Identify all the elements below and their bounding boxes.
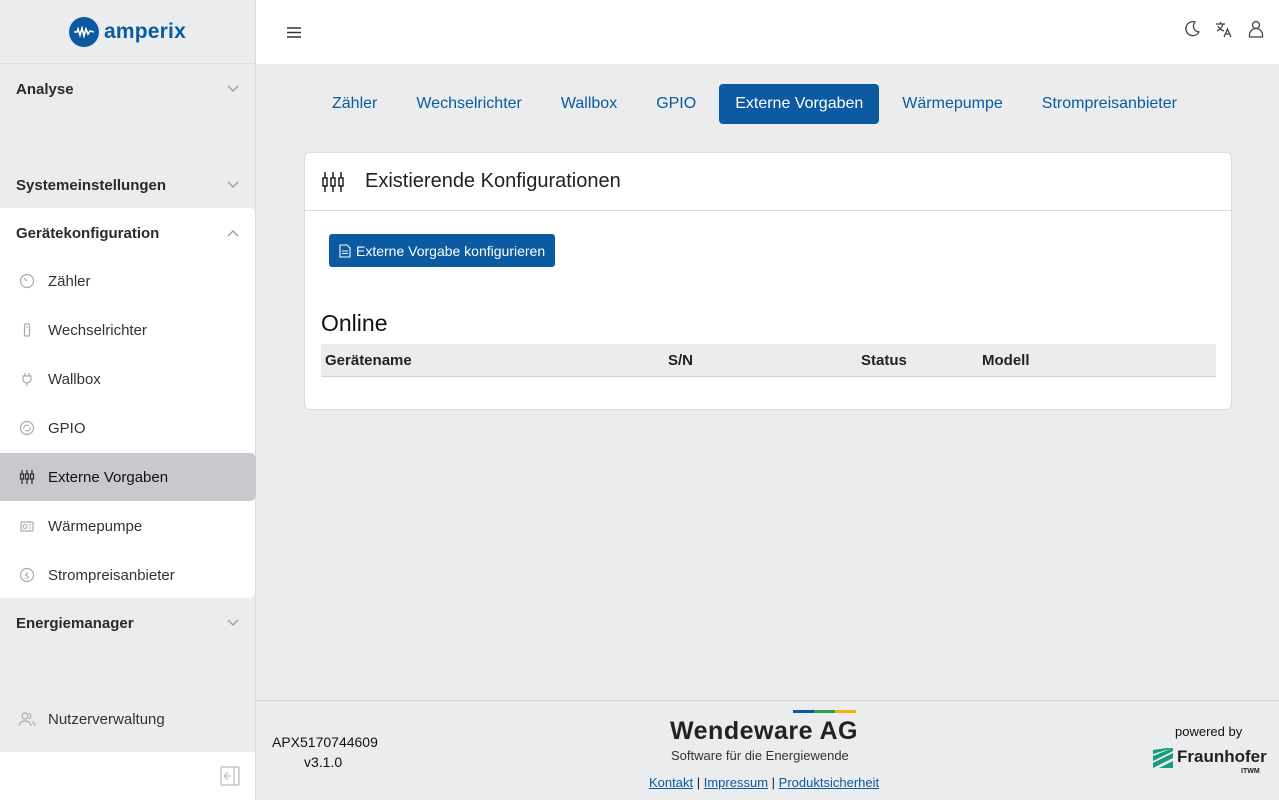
app-version: v3.1.0	[304, 754, 343, 770]
fraunhofer-logo[interactable]: Fraunhofer ITWM	[1153, 747, 1267, 775]
users-icon	[18, 710, 36, 728]
sidebar-item-nutzerverwaltung[interactable]: Nutzerverwaltung	[0, 695, 256, 743]
sidebar-item-label: Zähler	[48, 272, 91, 290]
sidebar-section-energiemanager[interactable]: Energiemanager	[0, 599, 256, 647]
sidebar-section-analyse[interactable]: Analyse	[0, 65, 256, 113]
footer-links: Kontakt | Impressum | Produktsicherheit	[649, 775, 879, 790]
section-title-online: Online	[321, 310, 388, 336]
sidebar-section-geraetekonfiguration[interactable]: Gerätekonfiguration	[0, 209, 256, 257]
company-tagline: Software für die Energiewende	[671, 748, 849, 763]
sidebar-item-strompreisanbieter[interactable]: $ Strompreisanbieter	[0, 551, 256, 599]
amperix-logo-icon	[69, 16, 100, 47]
column-header-status[interactable]: Status	[861, 352, 907, 369]
chevron-up-icon	[226, 226, 240, 240]
sidebar: amperix Analyse Systemeinstellungen Gerä…	[0, 0, 256, 800]
dollar-icon: $	[18, 566, 36, 584]
sliders-icon	[321, 170, 345, 194]
heatpump-icon	[18, 517, 36, 535]
sidebar-section-label: Energiemanager	[16, 614, 134, 632]
sidebar-item-label: Externe Vorgaben	[48, 468, 169, 486]
link-produktsicherheit[interactable]: Produktsicherheit	[779, 775, 879, 790]
device-tabs: Zähler Wechselrichter Wallbox GPIO Exter…	[316, 84, 1200, 124]
fraunhofer-logo-icon	[1153, 748, 1173, 768]
logo-bar-green	[814, 710, 835, 713]
gauge-icon	[18, 272, 36, 290]
chevron-down-icon	[226, 82, 240, 96]
sidebar-item-label: Wärmepumpe	[48, 517, 143, 535]
link-kontakt[interactable]: Kontakt	[649, 775, 693, 790]
tab-gpio[interactable]: GPIO	[640, 84, 712, 124]
sidebar-section-label: Analyse	[16, 80, 74, 98]
sidebar-item-wallbox[interactable]: Wallbox	[0, 355, 256, 403]
configure-external-button[interactable]: Externe Vorgabe konfigurieren	[329, 234, 556, 267]
top-bar-actions	[1183, 19, 1265, 39]
column-header-geraetename[interactable]: Gerätename	[325, 352, 412, 369]
footer: APX5170744609 v3.1.0 Wendeware AG Softwa…	[256, 700, 1279, 800]
tab-waermepumpe[interactable]: Wärmepumpe	[886, 84, 1018, 124]
sidebar-item-wechselrichter[interactable]: Wechselrichter	[0, 306, 256, 354]
inverter-icon	[18, 321, 36, 339]
menu-icon[interactable]	[286, 24, 302, 40]
sliders-icon	[18, 468, 36, 486]
link-separator: |	[771, 775, 776, 790]
card-header: Existierende Konfigurationen	[305, 153, 1231, 211]
brand-logo[interactable]: amperix	[0, 0, 255, 64]
gpio-icon	[18, 419, 36, 437]
tab-strompreisanbieter[interactable]: Strompreisanbieter	[1026, 84, 1193, 124]
link-separator: |	[696, 775, 701, 790]
svg-text:$: $	[24, 572, 30, 582]
sidebar-section-systemeinstellungen[interactable]: Systemeinstellungen	[0, 161, 256, 209]
sidebar-section-label: Gerätekonfiguration	[16, 224, 160, 242]
language-icon[interactable]	[1215, 19, 1233, 39]
sidebar-footer	[0, 752, 255, 800]
top-bar	[256, 0, 1279, 64]
powered-by-label: powered by	[1175, 724, 1243, 739]
collapse-sidebar-icon[interactable]	[219, 765, 241, 787]
document-icon	[339, 243, 351, 258]
chevron-down-icon	[226, 616, 240, 630]
device-serial: APX5170744609	[272, 734, 378, 750]
chevron-down-icon	[226, 178, 240, 192]
sidebar-section-label: Systemeinstellungen	[16, 176, 167, 194]
sidebar-item-label: Wechselrichter	[48, 321, 147, 339]
sidebar-item-gpio[interactable]: GPIO	[0, 404, 256, 452]
logo-bar-yellow	[835, 710, 856, 713]
sidebar-item-label: Wallbox	[48, 370, 101, 388]
sidebar-item-zaehler[interactable]: Zähler	[0, 257, 256, 305]
user-icon[interactable]	[1247, 19, 1265, 39]
card-title: Existierende Konfigurationen	[365, 170, 621, 192]
devices-table-header: Gerätename S/N Status Modell	[321, 344, 1216, 377]
brand-name: amperix	[104, 19, 186, 43]
tab-wallbox[interactable]: Wallbox	[545, 84, 633, 124]
link-impressum[interactable]: Impressum	[704, 775, 768, 790]
partner-name: Fraunhofer	[1177, 747, 1267, 766]
sidebar-item-label: Nutzerverwaltung	[48, 710, 165, 728]
sidebar-item-externe-vorgaben[interactable]: Externe Vorgaben	[0, 453, 256, 501]
wendeware-logo-bars	[793, 710, 856, 713]
plug-icon	[18, 370, 36, 388]
column-header-modell[interactable]: Modell	[982, 352, 1030, 369]
column-header-sn[interactable]: S/N	[668, 352, 693, 369]
configurations-card: Existierende Konfigurationen Externe Vor…	[304, 152, 1232, 410]
sidebar-item-waermepumpe[interactable]: Wärmepumpe	[0, 502, 256, 550]
configure-external-button-label: Externe Vorgabe konfigurieren	[356, 242, 546, 259]
tab-externe-vorgaben[interactable]: Externe Vorgaben	[719, 84, 880, 124]
dark-mode-icon[interactable]	[1183, 19, 1201, 39]
logo-bar-blue	[793, 710, 814, 713]
tab-wechselrichter[interactable]: Wechselrichter	[400, 84, 538, 124]
partner-sub: ITWM	[1241, 768, 1260, 775]
company-name: Wendeware AG	[670, 717, 858, 745]
sidebar-item-label: Strompreisanbieter	[48, 566, 175, 584]
sidebar-item-label: GPIO	[48, 419, 86, 437]
tab-zaehler[interactable]: Zähler	[316, 84, 393, 124]
